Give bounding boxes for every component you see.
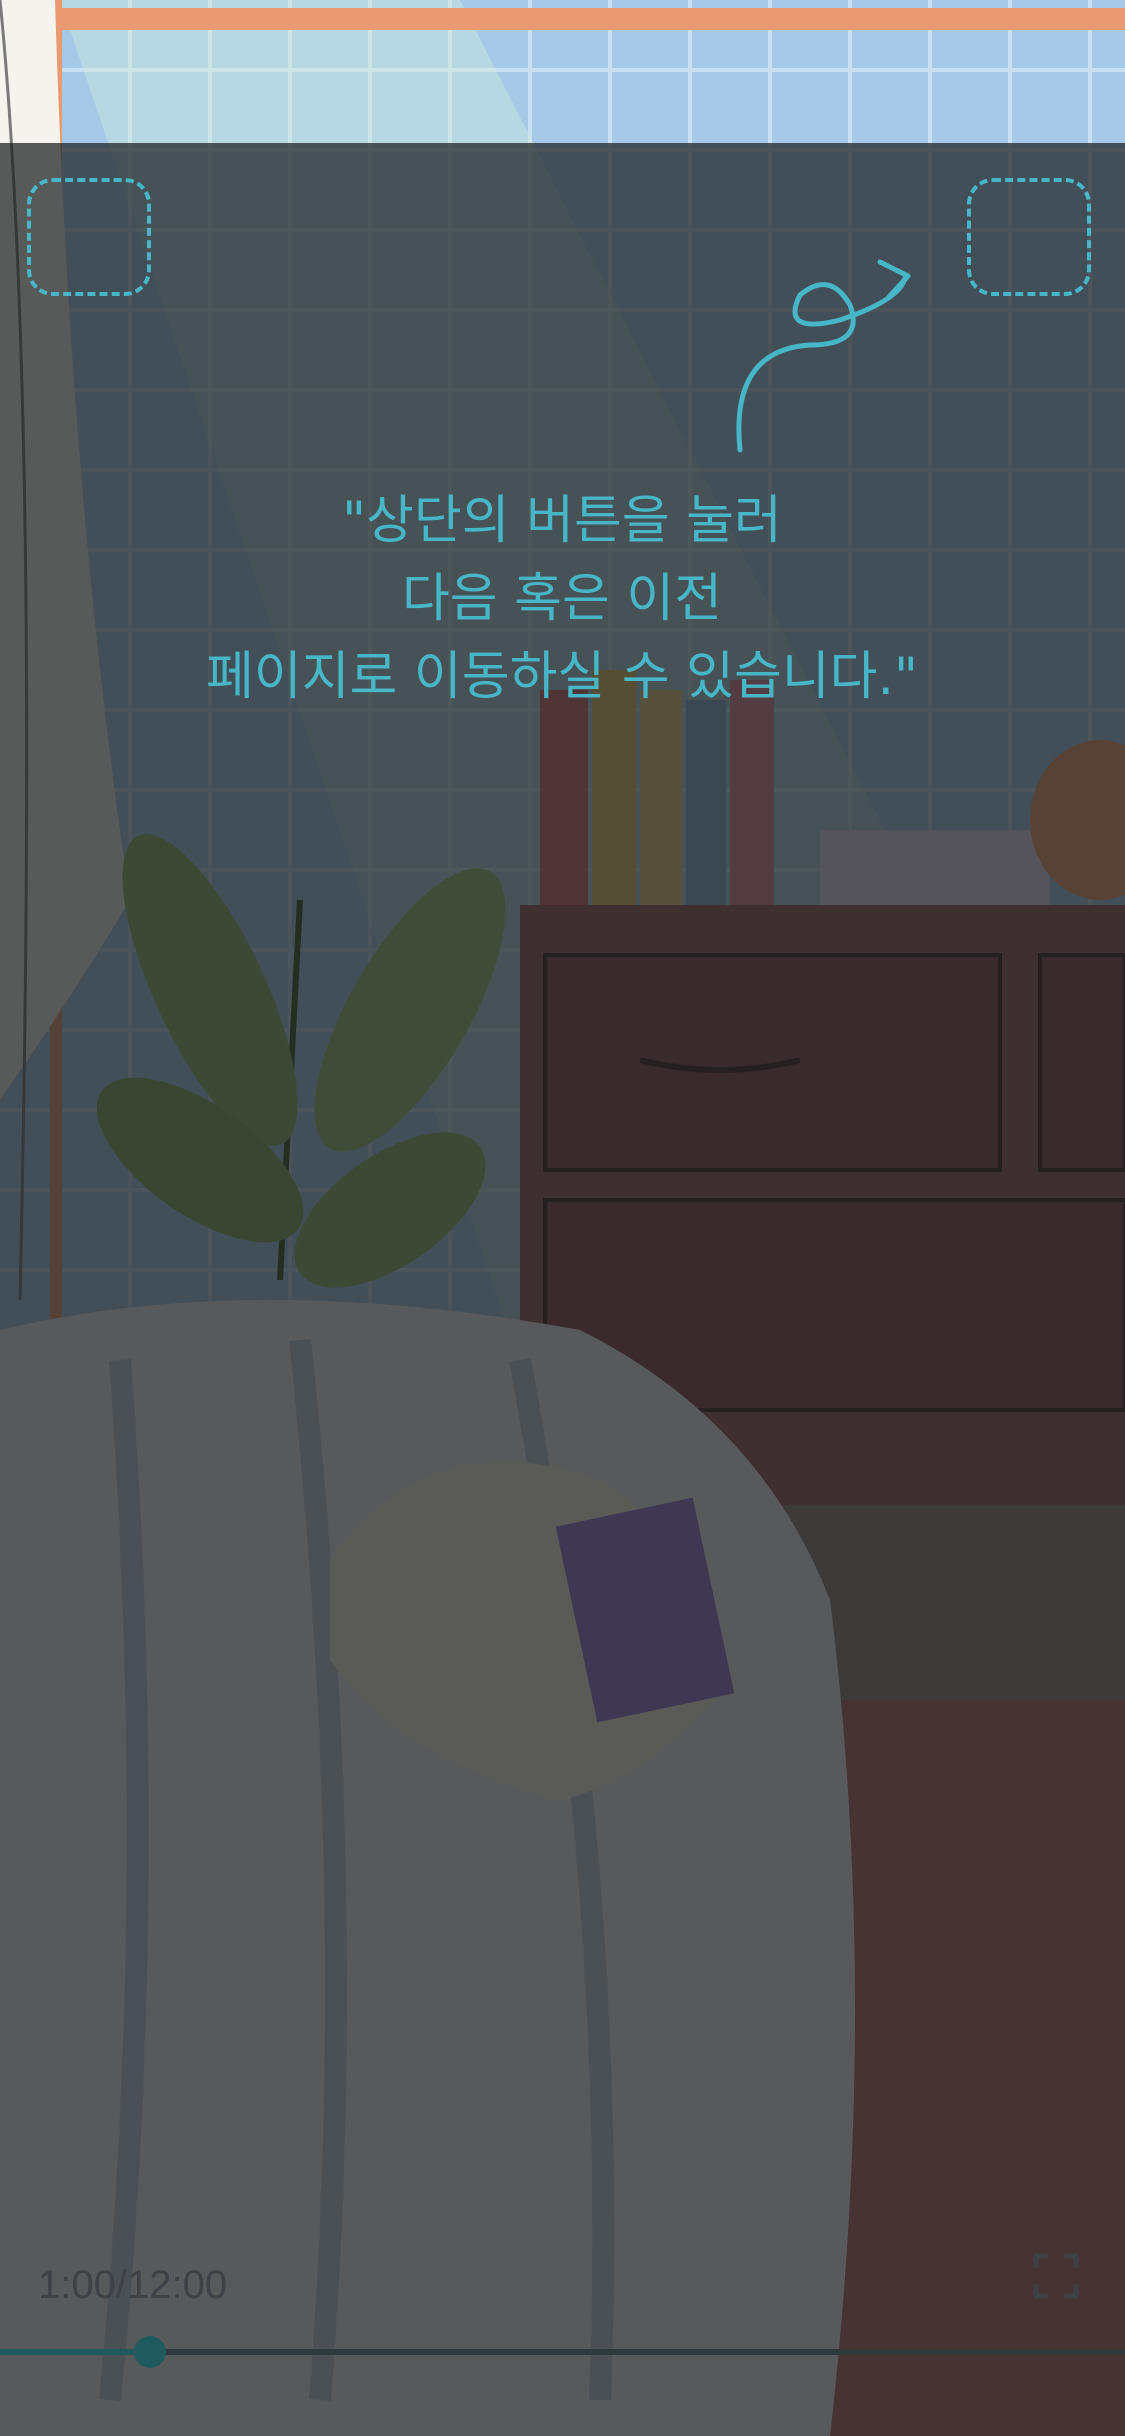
fullscreen-icon[interactable] <box>1032 2252 1080 2300</box>
guide-line-2: 다음 혹은 이전 <box>401 569 723 629</box>
playback-time: 1:00/12:00 <box>38 2263 228 2307</box>
progress-thumb[interactable] <box>133 2336 166 2368</box>
progress-fill <box>0 2349 150 2355</box>
prev-page-hint-button[interactable] <box>27 178 151 296</box>
guide-line-3: 페이지로 이동하실 수 있습니다." <box>206 647 918 707</box>
progress-bar[interactable] <box>0 2336 1125 2368</box>
guide-line-1: "상단의 버튼을 눌러 <box>342 491 782 551</box>
curved-arrow-icon <box>736 259 911 453</box>
next-page-hint-button[interactable] <box>967 178 1091 296</box>
navigation-guide-text: "상단의 버튼을 눌러 다음 혹은 이전 페이지로 이동하실 수 있습니다." <box>62 482 1062 716</box>
